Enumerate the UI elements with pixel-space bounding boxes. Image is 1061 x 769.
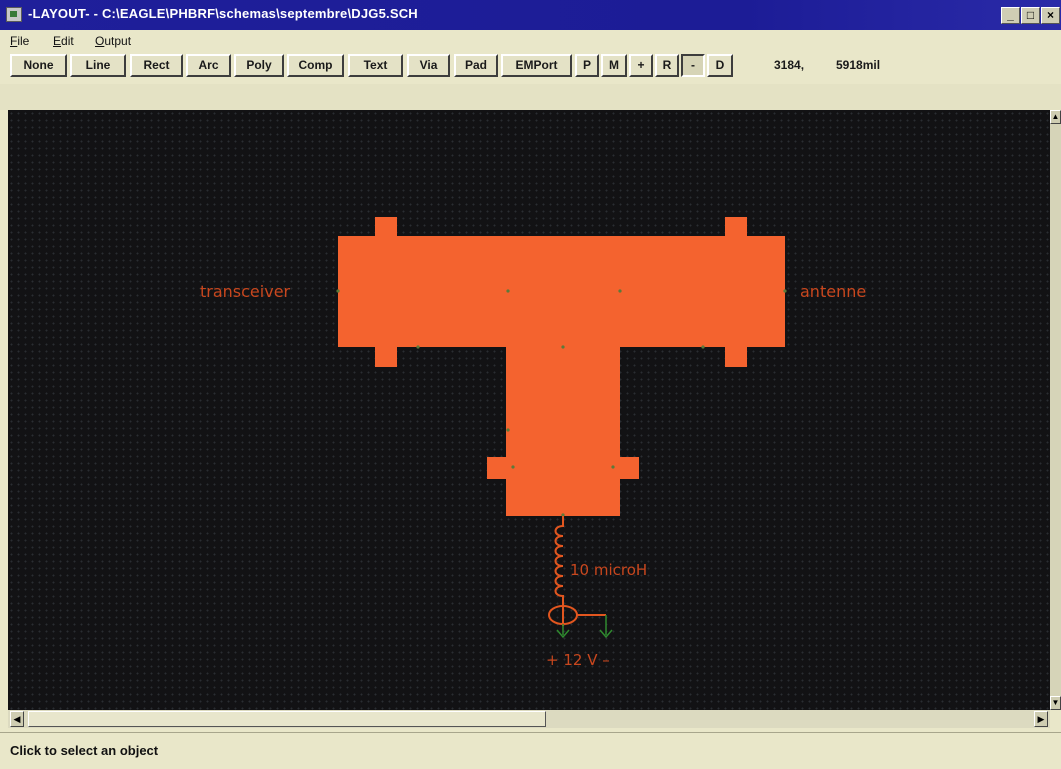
menu-bar: File Edit Output (0, 32, 1061, 52)
antenne-label: antenne (800, 282, 866, 301)
tool-none-button[interactable]: None (10, 54, 67, 77)
tool-poly-button[interactable]: Poly (234, 54, 284, 77)
tool-arc-button[interactable]: Arc (186, 54, 231, 77)
menu-file[interactable]: File (10, 34, 29, 48)
t-junction-trace[interactable] (338, 217, 785, 516)
toolbar-strip (0, 84, 1061, 110)
scroll-right-arrow-icon[interactable]: ▶ (1034, 711, 1048, 727)
minimize-button[interactable]: _ (1001, 7, 1020, 24)
tool-pad-button[interactable]: Pad (454, 54, 498, 77)
scroll-up-arrow-icon[interactable]: ▲ (1050, 110, 1061, 124)
transceiver-label: transceiver (200, 282, 291, 301)
tool-plus-button[interactable]: + (629, 54, 653, 77)
toolbar: None Line Rect Arc Poly Comp Text Via Pa… (10, 54, 1050, 80)
tool-via-button[interactable]: Via (407, 54, 450, 77)
tool-line-button[interactable]: Line (70, 54, 126, 77)
tool-rect-button[interactable]: Rect (130, 54, 183, 77)
menu-output[interactable]: Output (95, 34, 131, 48)
supply-label: + 12 V – (546, 651, 610, 669)
layout-drawing: transceiver antenne 10 microH + 12 V – (200, 217, 866, 669)
window-title: -LAYOUT- - C:\EAGLE\PHBRF\schemas\septem… (28, 6, 418, 21)
maximize-button[interactable]: □ (1021, 7, 1040, 24)
tool-p-button[interactable]: P (575, 54, 599, 77)
inductor-symbol[interactable] (554, 516, 564, 606)
vertical-scrollbar[interactable]: ▲ ▼ (1050, 110, 1061, 710)
app-icon[interactable] (6, 7, 22, 22)
title-bar: -LAYOUT- - C:\EAGLE\PHBRF\schemas\septem… (0, 0, 1061, 30)
menu-edit[interactable]: Edit (53, 34, 74, 48)
tool-m-button[interactable]: M (601, 54, 627, 77)
scroll-down-arrow-icon[interactable]: ▼ (1050, 696, 1061, 710)
horizontal-scroll-thumb[interactable] (28, 711, 546, 727)
status-bar: Click to select an object (0, 732, 1061, 769)
status-text: Click to select an object (10, 743, 159, 758)
cursor-x-coordinate: 3184, (774, 58, 805, 72)
horizontal-scrollbar[interactable]: ◀ ▶ (8, 710, 1050, 728)
inductor-label: 10 microH (570, 561, 647, 579)
layout-canvas[interactable]: transceiver antenne 10 microH + 12 V – (8, 110, 1050, 710)
close-button[interactable]: × (1041, 7, 1060, 24)
tool-d-button[interactable]: D (707, 54, 733, 77)
tool-comp-button[interactable]: Comp (287, 54, 344, 77)
tool-minus-button[interactable]: - (681, 54, 705, 77)
tool-r-button[interactable]: R (655, 54, 679, 77)
ground-arrow-icon (556, 629, 613, 639)
tool-text-button[interactable]: Text (348, 54, 403, 77)
scroll-left-arrow-icon[interactable]: ◀ (10, 711, 24, 727)
cursor-y-coordinate: 5918mil (836, 58, 881, 72)
tool-emport-button[interactable]: EMPort (501, 54, 572, 77)
